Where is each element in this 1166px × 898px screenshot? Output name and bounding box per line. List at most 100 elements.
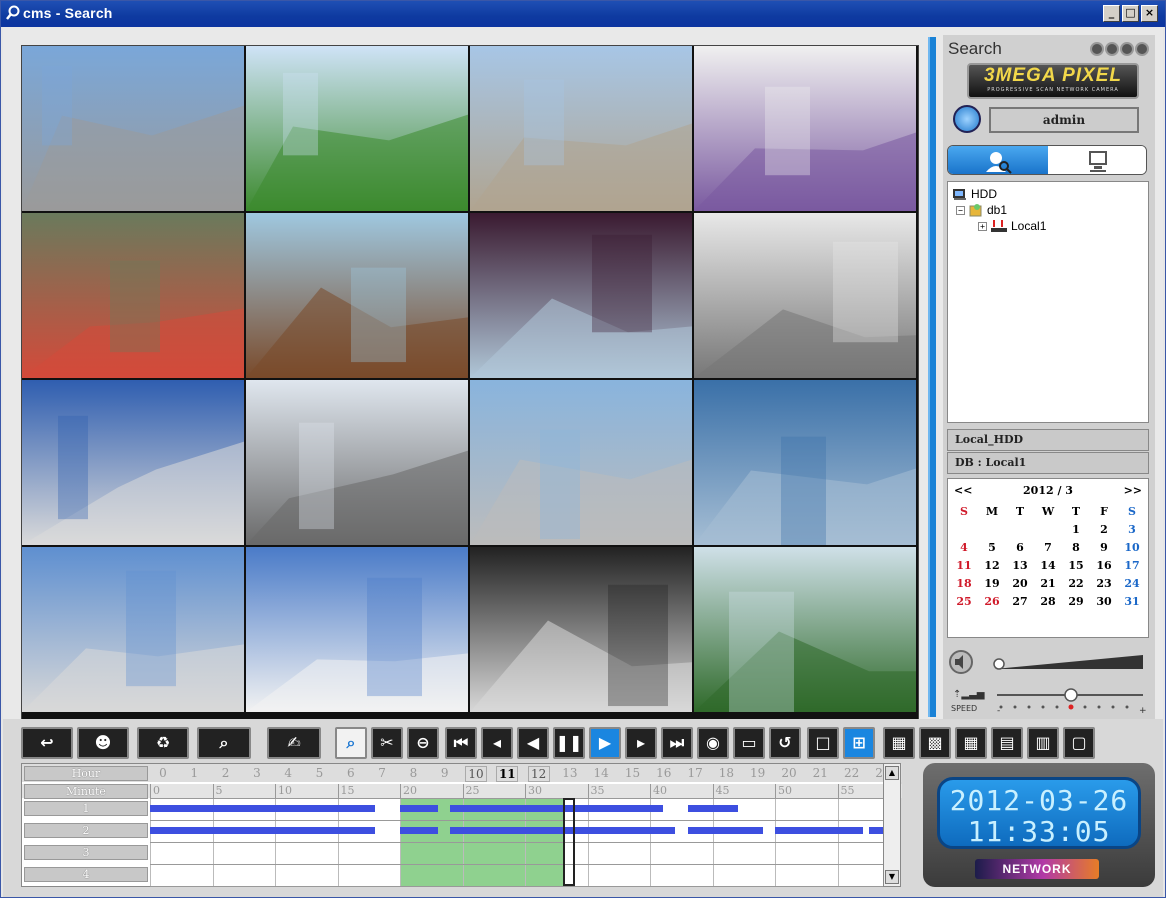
layout-1-button[interactable]: □ — [807, 727, 839, 759]
recording-segment[interactable] — [687, 827, 763, 834]
hour-tick[interactable]: 14 — [590, 766, 612, 780]
hour-tick[interactable]: 16 — [653, 766, 675, 780]
video-tile-world-cup-stadium-sign[interactable] — [22, 380, 244, 545]
hour-tick[interactable]: 12 — [527, 766, 550, 782]
layout-10-button[interactable]: ▥ — [1027, 727, 1059, 759]
hour-tick[interactable]: 1 — [183, 766, 205, 780]
video-tile-greenhouse-plants[interactable] — [694, 547, 916, 712]
calendar-day[interactable]: 27 — [1006, 593, 1034, 610]
recording-segment[interactable] — [687, 805, 738, 812]
timeline-scrollbar[interactable]: ▲ ▼ — [883, 763, 901, 887]
calendar-day[interactable]: 5 — [978, 539, 1006, 556]
layout-6-button[interactable]: ▦ — [955, 727, 987, 759]
video-tile-glass-tower[interactable] — [694, 380, 916, 545]
timeline[interactable]: Hour 0 1 2 3 4 5 6 7 8 9 10 11 12 13 14 15 16 17 18 19 20 21 2… — [21, 763, 902, 887]
scroll-up-icon[interactable]: ▲ — [885, 766, 899, 780]
calendar-day[interactable]: 6 — [1006, 539, 1034, 556]
hour-tick[interactable]: 9 — [434, 766, 456, 780]
return-button[interactable]: ↩ — [21, 727, 73, 759]
calendar-day[interactable]: 17 — [1118, 557, 1146, 574]
time-cursor[interactable] — [562, 798, 575, 886]
hour-tick[interactable]: 3 — [246, 766, 268, 780]
calendar-next-button[interactable]: >> — [1124, 484, 1142, 497]
hour-tick[interactable]: 22 — [841, 766, 863, 780]
refresh-button[interactable]: ↺ — [769, 727, 801, 759]
device-tree[interactable]: HDD − db1 + Local1 — [947, 181, 1149, 423]
calendar-day[interactable]: 13 — [1006, 557, 1034, 574]
login-lock-icon[interactable] — [953, 105, 981, 133]
video-tile-plaza-pillars[interactable] — [694, 213, 916, 378]
hour-tick[interactable]: 20 — [778, 766, 800, 780]
calendar-day[interactable]: 28 — [1034, 593, 1062, 610]
calendar-day[interactable]: 24 — [1118, 575, 1146, 592]
calendar-day[interactable]: 10 — [1118, 539, 1146, 556]
recording-segment[interactable] — [400, 805, 438, 812]
expand-icon[interactable]: + — [978, 221, 987, 231]
tree-item-local1[interactable]: + Local1 — [978, 218, 1046, 234]
tree-item-hdd[interactable]: HDD — [952, 186, 997, 202]
video-tile-boat-on-river[interactable] — [246, 213, 468, 378]
zoom-search-button[interactable]: ⌕ — [335, 727, 367, 759]
hour-tick[interactable]: 10 — [465, 766, 487, 782]
recording-segment[interactable] — [400, 827, 438, 834]
calendar-day[interactable]: 7 — [1034, 539, 1062, 556]
step-back-button[interactable]: ◂ — [481, 727, 513, 759]
play-button[interactable]: ▶ — [589, 727, 621, 759]
user-field[interactable]: admin — [989, 107, 1139, 133]
print-button[interactable]: ▭ — [733, 727, 765, 759]
tab-search[interactable] — [948, 146, 1048, 174]
layout-9-button[interactable]: ▦ — [883, 727, 915, 759]
last-frame-button[interactable]: ⏭ — [661, 727, 693, 759]
calendar-day[interactable]: 11 — [950, 557, 978, 574]
user-search-button[interactable]: ☻ — [77, 727, 129, 759]
video-tile-flower-posters[interactable] — [694, 46, 916, 211]
tab-monitor[interactable] — [1048, 146, 1146, 174]
recording-segment[interactable] — [150, 805, 375, 812]
hour-tick[interactable]: 4 — [277, 766, 299, 780]
video-tile-glass-building-angle[interactable] — [246, 380, 468, 545]
calendar-day[interactable]: 12 — [978, 557, 1006, 574]
tree-item-db1[interactable]: − db1 — [956, 202, 1007, 218]
video-tile-tour-tram[interactable] — [22, 213, 244, 378]
reverse-play-button[interactable]: ◀ — [517, 727, 549, 759]
hour-tick[interactable]: 8 — [402, 766, 424, 780]
hour-tick[interactable]: 7 — [371, 766, 393, 780]
calendar-day[interactable]: 18 — [950, 575, 978, 592]
calendar-day[interactable]: 22 — [1062, 575, 1090, 592]
export-button[interactable]: ✍ — [267, 727, 321, 759]
title-bar[interactable]: cms - Search _ □ × — [1, 1, 1165, 27]
layout-4-button[interactable]: ⊞ — [843, 727, 875, 759]
calendar-day[interactable]: 3 — [1118, 521, 1146, 538]
snapshot-button[interactable]: ◉ — [697, 727, 729, 759]
zoom-out-button[interactable]: ⊖ — [407, 727, 439, 759]
volume-slider[interactable] — [947, 649, 1149, 675]
hour-tick[interactable]: 17 — [684, 766, 706, 780]
hour-tick[interactable]: 5 — [309, 766, 331, 780]
hour-tick[interactable]: 0 — [152, 766, 174, 780]
close-button[interactable]: × — [1141, 5, 1158, 22]
calendar-day[interactable]: 21 — [1034, 575, 1062, 592]
panel-ctrl-1-icon[interactable] — [1090, 42, 1104, 56]
hour-tick[interactable]: 11 — [496, 766, 519, 782]
calendar-day[interactable]: 2 — [1090, 521, 1118, 538]
video-tile-street-intersection[interactable] — [22, 46, 244, 211]
calendar-day[interactable]: 8 — [1062, 539, 1090, 556]
hour-tick[interactable]: 18 — [715, 766, 737, 780]
recording-segment[interactable] — [775, 827, 863, 834]
recording-segment[interactable] — [150, 827, 375, 834]
recording-grid[interactable] — [150, 798, 901, 887]
hour-tick[interactable]: 13 — [559, 766, 581, 780]
panel-ctrl-3-icon[interactable] — [1120, 42, 1134, 56]
calendar-day[interactable]: 19 — [978, 575, 1006, 592]
panel-ctrl-2-icon[interactable] — [1105, 42, 1119, 56]
calendar-day[interactable]: 1 — [1062, 521, 1090, 538]
layout-13-button[interactable]: ▢ — [1063, 727, 1095, 759]
video-tile-city-skyline[interactable] — [470, 46, 692, 211]
hour-tick[interactable]: 21 — [809, 766, 831, 780]
calendar-day[interactable]: 9 — [1090, 539, 1118, 556]
calendar-day[interactable]: 15 — [1062, 557, 1090, 574]
camera-search-button[interactable]: ⌕ — [197, 727, 251, 759]
hour-tick[interactable]: 2 — [215, 766, 237, 780]
first-frame-button[interactable]: ⏮ — [445, 727, 477, 759]
collapse-icon[interactable]: − — [956, 205, 965, 215]
